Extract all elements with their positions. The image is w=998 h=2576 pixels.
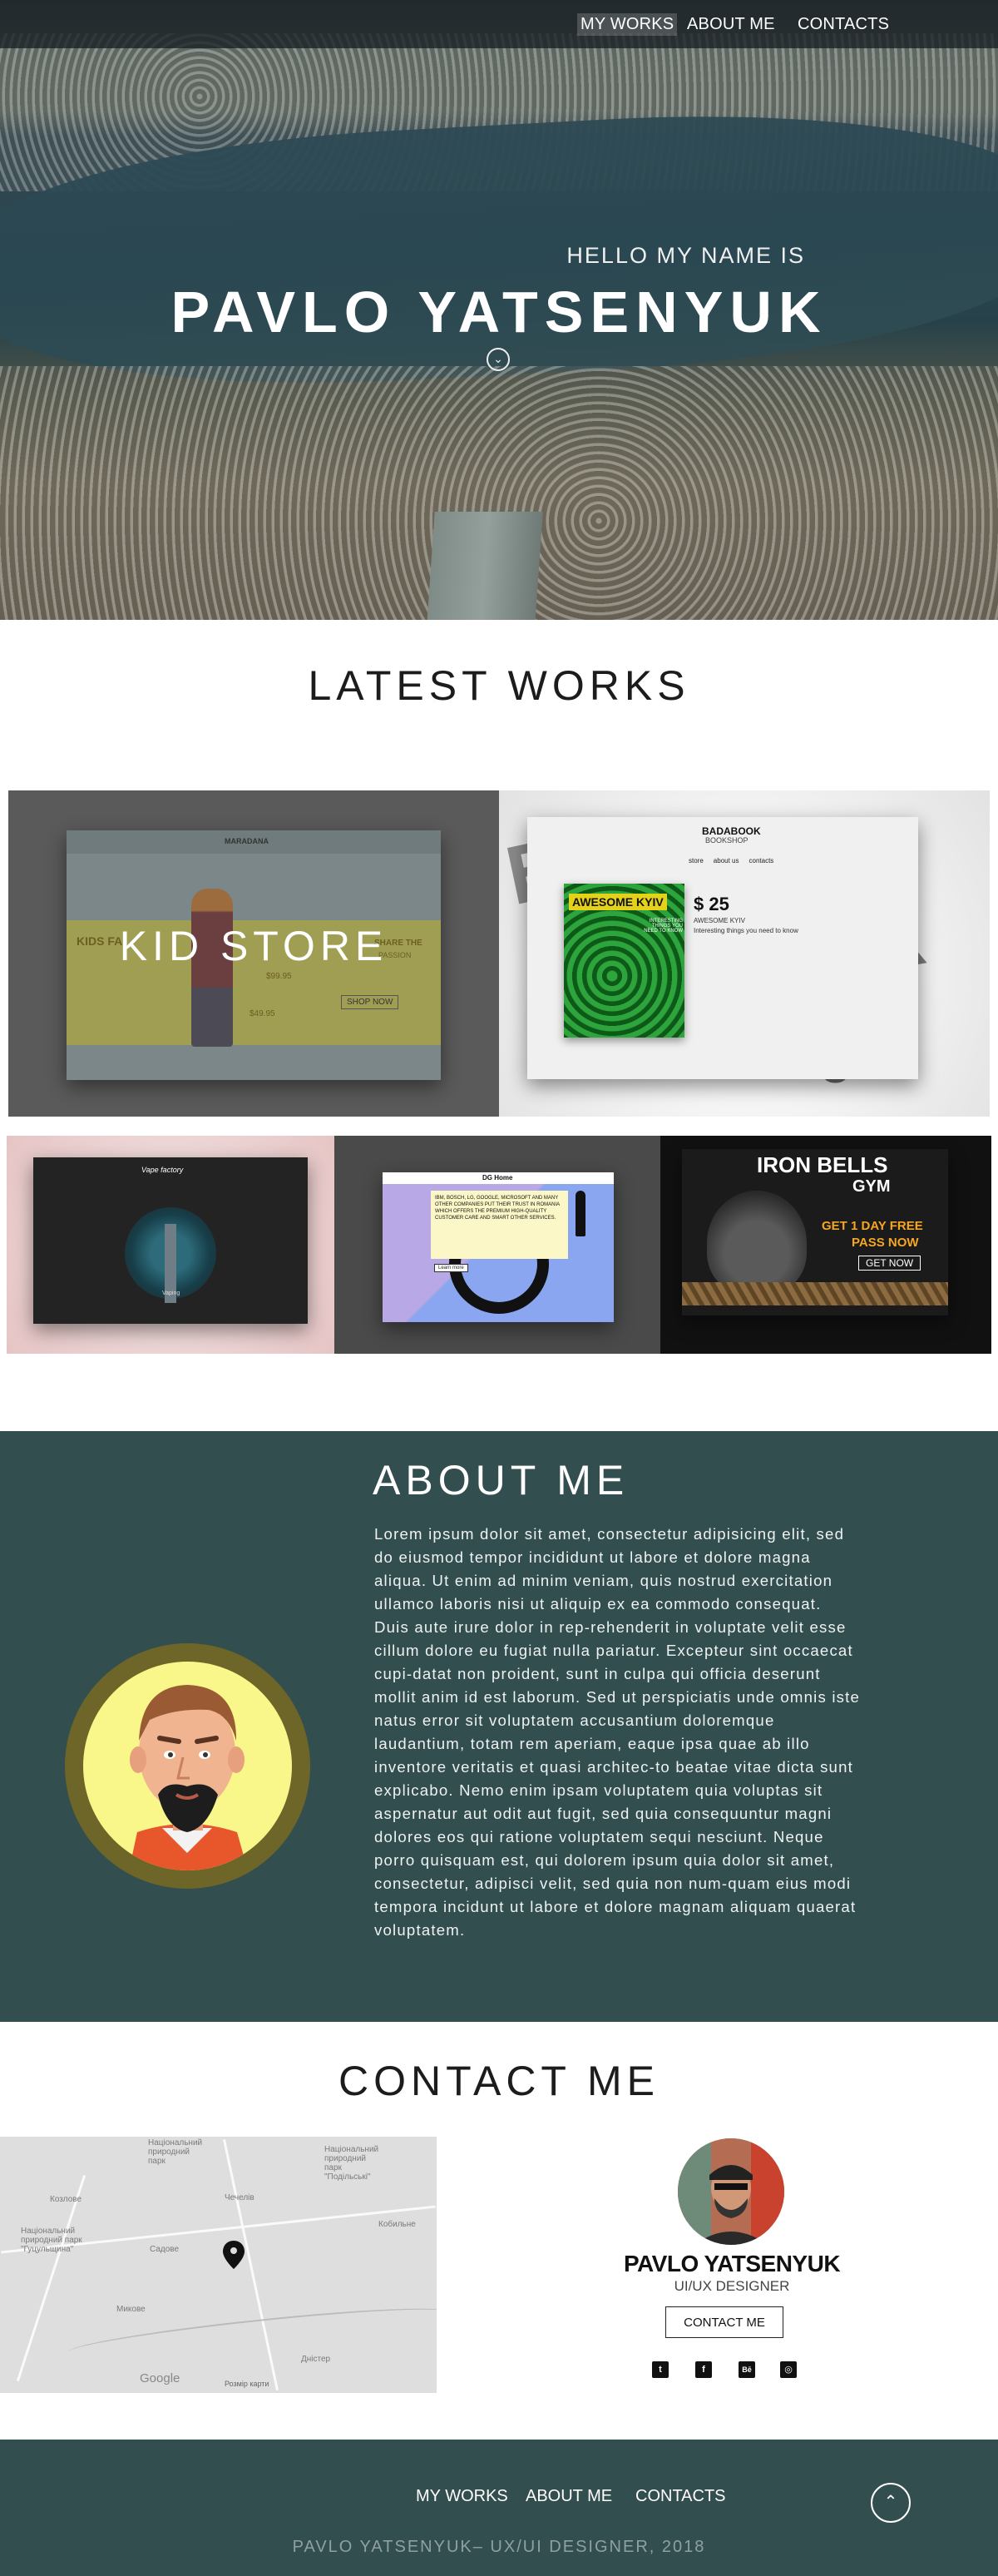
iron-bells-rope bbox=[682, 1282, 948, 1305]
map-label: Чечелів bbox=[225, 2193, 254, 2202]
work-badabook[interactable]: Б Ж О BADABOOK BOOKSHOP store about us c… bbox=[499, 790, 990, 1117]
map-label: Національний природний парк "Гуцульщина" bbox=[21, 2227, 82, 2254]
badabook-product-name: AWESOME KYIV bbox=[694, 917, 745, 924]
kid-store-price-old: $99.95 bbox=[266, 972, 292, 981]
map-label: Садове bbox=[150, 2245, 180, 2254]
contact-title: CONTACT ME bbox=[338, 2058, 660, 2104]
badabook-nav-contacts: contacts bbox=[748, 857, 774, 864]
footer-copyright: PAVLO YATSENYUK– UX/UI DESIGNER, 2018 bbox=[292, 2538, 706, 2556]
badabook-nav: store about us contacts bbox=[689, 857, 788, 864]
contact-role: UI/UX DESIGNER bbox=[674, 2278, 790, 2294]
top-nav: MY WORKS ABOUT ME CONTACTS bbox=[0, 0, 998, 48]
iron-bells-subtitle: GYM bbox=[852, 1177, 891, 1196]
dg-home-figure bbox=[576, 1191, 585, 1236]
map-footer: Розмір карти bbox=[225, 2380, 269, 2388]
book-cover-note: INTERESTING THINGS YOU NEED TO KNOW bbox=[644, 919, 683, 934]
iron-bells-title: IRON BELLS bbox=[757, 1152, 888, 1177]
hero-roof bbox=[427, 512, 543, 620]
about-text: Lorem ipsum dolor sit amet, consectetur … bbox=[374, 1525, 861, 1939]
iron-bells-mockup: IRON BELLS GYM GET 1 DAY FREE PASS NOW G… bbox=[682, 1149, 948, 1315]
map-label: Національний природний парк "Подільські" bbox=[324, 2145, 379, 2182]
iron-bells-offer1: GET 1 DAY FREE bbox=[822, 1219, 923, 1233]
instagram-icon[interactable]: ◎ bbox=[780, 2361, 797, 2378]
dg-home-mockup: DG Home IBM, BOSCH, LG, GOOGLE, MICROSOF… bbox=[383, 1172, 614, 1322]
hero-section: HELLO MY NAME IS PAVLO YATSENYUK ⌄ bbox=[0, 0, 998, 620]
book-cover: AWESOME KYIV INTERESTING THINGS YOU NEED… bbox=[564, 884, 684, 1038]
twitter-icon[interactable]: t bbox=[652, 2361, 669, 2378]
vape-tag: Vaping bbox=[162, 1290, 180, 1296]
map-label: Козлове bbox=[50, 2195, 82, 2204]
footer-link-about-me[interactable]: ABOUT ME bbox=[526, 2487, 612, 2506]
footer: MY WORKS ABOUT ME CONTACTS ⌃ PAVLO YATSE… bbox=[0, 2440, 998, 2576]
avatar-background bbox=[83, 1662, 292, 1870]
badabook-brand: BADABOOK bbox=[702, 825, 761, 837]
footer-link-my-works[interactable]: MY WORKS bbox=[416, 2487, 508, 2506]
map-pin-icon[interactable] bbox=[223, 2241, 245, 2269]
work-vape-factory[interactable]: Vape factory Vaping bbox=[7, 1136, 334, 1354]
facebook-icon[interactable]: f bbox=[695, 2361, 712, 2378]
hero-subtitle: HELLO MY NAME IS bbox=[566, 243, 805, 268]
vape-mockup: Vape factory Vaping bbox=[33, 1157, 308, 1324]
google-logo: Google bbox=[140, 2371, 180, 2385]
badabook-price: $ 25 bbox=[694, 894, 729, 914]
badabook-nav-about: about us bbox=[713, 857, 739, 864]
dg-home-button: Learn more bbox=[434, 1264, 468, 1272]
work-iron-bells[interactable]: IRON BELLS GYM GET 1 DAY FREE PASS NOW G… bbox=[660, 1136, 991, 1354]
map[interactable]: Національний природний парк Національний… bbox=[0, 2137, 437, 2393]
about-title: ABOUT ME bbox=[373, 1457, 630, 1503]
badabook-mockup: BADABOOK BOOKSHOP store about us contact… bbox=[527, 817, 918, 1079]
work-label-kid-store: KID STORE bbox=[119, 923, 388, 969]
iron-bells-offer2: PASS NOW bbox=[852, 1236, 919, 1250]
behance-icon[interactable]: Bē bbox=[739, 2361, 755, 2378]
work-dg-home[interactable]: DG Home IBM, BOSCH, LG, GOOGLE, MICROSOF… bbox=[334, 1136, 660, 1354]
footer-link-contacts[interactable]: CONTACTS bbox=[635, 2487, 726, 2506]
hero-name: PAVLO YATSENYUK bbox=[170, 280, 828, 344]
kettlebell-gorilla bbox=[707, 1191, 807, 1295]
kid-store-shop-button: SHOP NOW bbox=[341, 995, 399, 1009]
nav-about-me[interactable]: ABOUT ME bbox=[687, 15, 775, 34]
chevron-up-icon[interactable]: ⌃ bbox=[871, 2483, 911, 2523]
work-kid-store[interactable]: MARADANA KIDS FA SHARE THE PASSION $99.9… bbox=[8, 790, 499, 1117]
kid-store-price-new: $49.95 bbox=[250, 1009, 275, 1018]
book-cover-title: AWESOME KYIV bbox=[569, 894, 667, 910]
chevron-down-icon[interactable]: ⌄ bbox=[487, 348, 510, 371]
kid-store-brand: MARADANA bbox=[225, 837, 269, 845]
contact-photo bbox=[678, 2138, 784, 2245]
map-label: Національний природний парк bbox=[148, 2138, 203, 2166]
contact-photo-illustration bbox=[678, 2138, 784, 2245]
contact-me-button[interactable]: CONTACT ME bbox=[665, 2306, 783, 2338]
vape-brand: Vape factory bbox=[141, 1166, 184, 1174]
nav-my-works[interactable]: MY WORKS bbox=[577, 13, 678, 36]
avatar bbox=[65, 1643, 310, 1889]
map-label: Кобильне bbox=[378, 2220, 416, 2229]
badabook-product-desc: Interesting things you need to know bbox=[694, 927, 798, 934]
iron-bells-button: GET NOW bbox=[858, 1256, 921, 1271]
nav-contacts[interactable]: CONTACTS bbox=[798, 15, 889, 34]
badabook-nav-store: store bbox=[689, 857, 704, 864]
map-label: Микове bbox=[116, 2305, 146, 2314]
works-title: LATEST WORKS bbox=[308, 662, 690, 709]
contact-name: PAVLO YATSENYUK bbox=[623, 2251, 841, 2276]
dg-home-text: IBM, BOSCH, LG, GOOGLE, MICROSOFT AND MA… bbox=[431, 1191, 568, 1259]
about-section: ABOUT ME Lorem ipsum dolor sit amet, con… bbox=[0, 1431, 998, 2022]
map-label: Дністер bbox=[301, 2355, 331, 2364]
avatar-illustration bbox=[129, 1685, 248, 1870]
dg-home-brand: DG Home bbox=[482, 1174, 513, 1181]
badabook-brand-sub: BOOKSHOP bbox=[705, 836, 748, 845]
